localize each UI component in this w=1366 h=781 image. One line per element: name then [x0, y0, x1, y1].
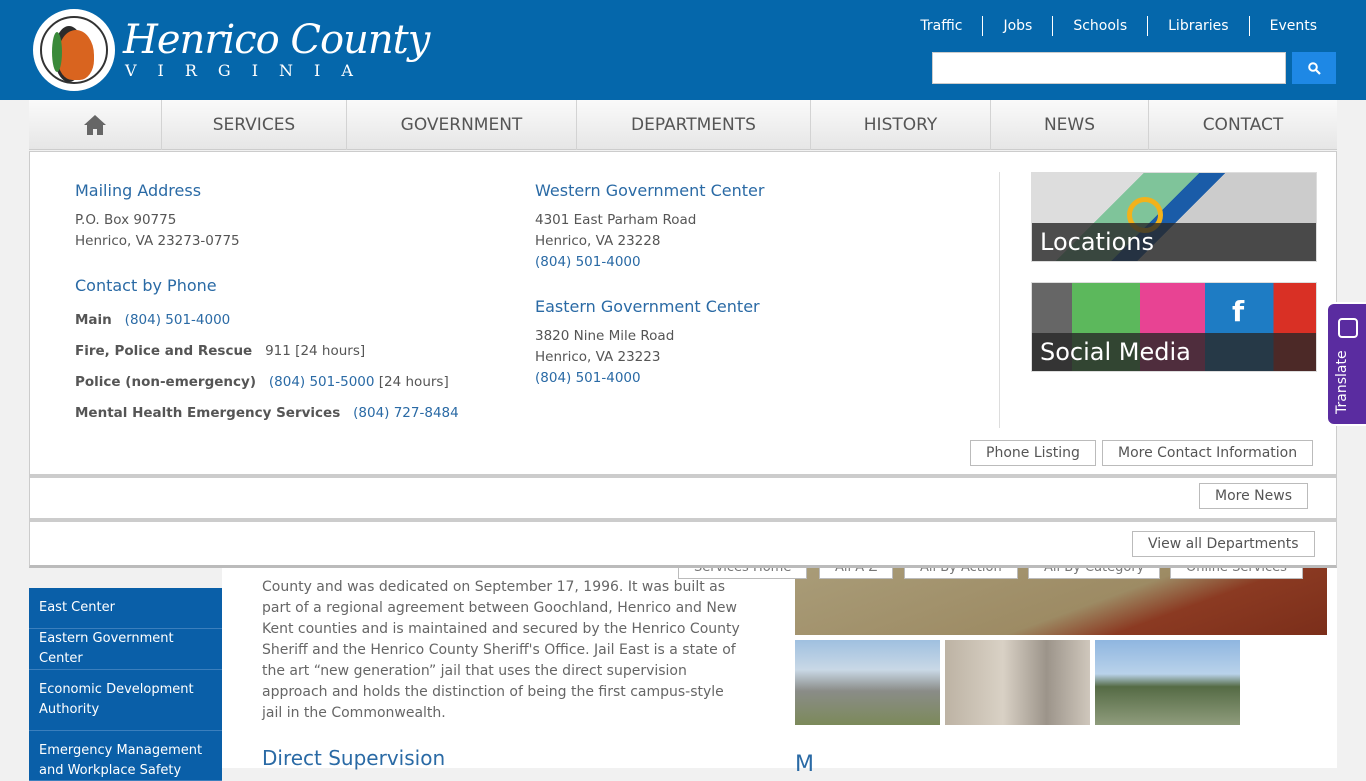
western-center-heading: Western Government Center [535, 181, 765, 200]
photo-thumbnail[interactable] [1095, 640, 1240, 725]
section-heading-right: M [795, 752, 814, 777]
link-traffic[interactable]: Traffic [900, 16, 982, 36]
phone-row: Fire, Police and Rescue 911 [24 hours] [75, 343, 366, 359]
phone-listing-button[interactable]: Phone Listing [970, 440, 1096, 466]
link-jobs[interactable]: Jobs [982, 16, 1052, 36]
mailing-address: P.O. Box 90775 Henrico, VA 23273-0775 [75, 212, 240, 249]
locations-tile[interactable]: Locations [1031, 172, 1317, 262]
nav-news[interactable]: NEWS [991, 100, 1149, 150]
search-button[interactable] [1292, 52, 1336, 84]
body-text: County and was dedicated on September 17… [262, 579, 740, 721]
phone-link[interactable]: (804) 501-4000 [125, 312, 231, 328]
view-all-departments-button[interactable]: View all Departments [1132, 531, 1315, 557]
translate-tab[interactable]: Translate [1326, 302, 1366, 426]
home-icon [84, 115, 106, 135]
mailing-address-heading: Mailing Address [75, 181, 202, 200]
link-events[interactable]: Events [1248, 16, 1337, 36]
link-libraries[interactable]: Libraries [1147, 16, 1248, 36]
translate-icon [1338, 318, 1358, 338]
site-header: Henrico County VIRGINIA Traffic Jobs Sch… [0, 0, 1366, 100]
sidebar-item[interactable]: Eastern Government Center [29, 629, 222, 670]
logo-title[interactable]: Henrico County [123, 18, 430, 62]
photo-thumbnail[interactable] [795, 640, 940, 725]
contact-phone-heading: Contact by Phone [75, 276, 217, 295]
sidebar-item[interactable]: East Center [29, 588, 222, 629]
nav-history[interactable]: HISTORY [811, 100, 991, 150]
social-media-tile[interactable]: f Social Media [1031, 282, 1317, 372]
top-links: Traffic Jobs Schools Libraries Events [900, 16, 1337, 36]
nav-services[interactable]: SERVICES [162, 100, 347, 150]
search-input[interactable] [932, 52, 1286, 84]
phone-row: Main (804) 501-4000 [75, 312, 231, 328]
nav-government[interactable]: GOVERNMENT [347, 100, 577, 150]
sidebar-item[interactable]: Emergency Management and Workplace Safet… [29, 731, 222, 781]
county-seal-logo[interactable] [33, 9, 115, 91]
news-dropdown: More News [29, 477, 1337, 521]
phone-row: Mental Health Emergency Services (804) 7… [75, 405, 459, 421]
facebook-icon: f [1232, 295, 1245, 328]
eastern-center-heading: Eastern Government Center [535, 297, 760, 316]
search-icon [1307, 61, 1321, 75]
nav-contact[interactable]: CONTACT [1149, 100, 1337, 150]
link-schools[interactable]: Schools [1052, 16, 1147, 36]
nav-departments[interactable]: DEPARTMENTS [577, 100, 811, 150]
more-contact-info-button[interactable]: More Contact Information [1102, 440, 1314, 466]
contact-dropdown: Mailing Address P.O. Box 90775 Henrico, V… [29, 151, 1337, 477]
sidebar-item[interactable]: Economic Development Authority [29, 670, 222, 731]
section-heading: Direct Supervision [262, 746, 446, 770]
phone-row: Police (non-emergency) (804) 501-5000 [2… [75, 374, 449, 390]
phone-link[interactable]: (804) 501-4000 [535, 368, 674, 389]
nav-home[interactable] [29, 100, 162, 150]
divider [999, 172, 1000, 428]
photo-thumbnail[interactable] [945, 640, 1090, 725]
main-nav: SERVICES GOVERNMENT DEPARTMENTS HISTORY … [29, 100, 1337, 150]
eastern-center-address: 3820 Nine Mile Road Henrico, VA 23223 (804… [535, 326, 674, 389]
phone-link[interactable]: (804) 501-4000 [535, 252, 696, 273]
phone-link[interactable]: (804) 501-5000 [269, 374, 375, 390]
more-news-button[interactable]: More News [1199, 483, 1308, 509]
departments-dropdown: View all Departments [29, 521, 1337, 568]
western-center-address: 4301 East Parham Road Henrico, VA 23228 (8… [535, 210, 696, 273]
phone-link[interactable]: (804) 727-8484 [353, 405, 459, 421]
logo-subtitle: VIRGINIA [125, 61, 374, 80]
